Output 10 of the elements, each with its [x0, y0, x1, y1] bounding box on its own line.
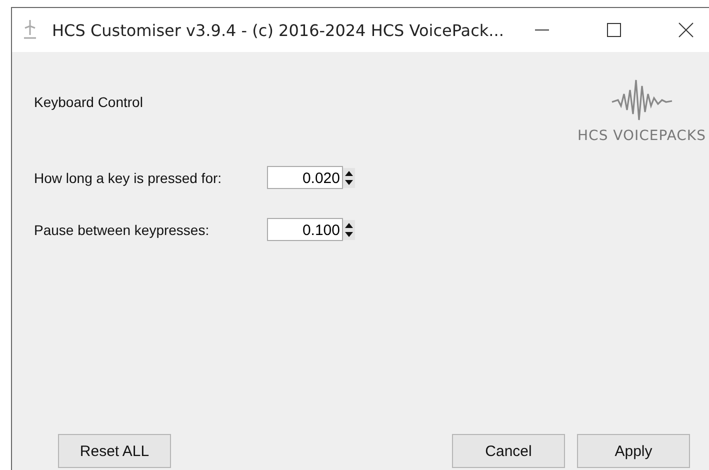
number-field[interactable]: 0.100: [267, 218, 343, 241]
field-label: How long a key is pressed for:: [34, 170, 223, 186]
apply-button[interactable]: Apply: [577, 434, 690, 468]
window-title: HCS Customiser v3.9.4 - (c) 2016-2024 HCS VoicePack...: [52, 20, 505, 40]
section-heading: Keyboard Control: [34, 94, 143, 112]
number-field[interactable]: 0.020: [267, 166, 343, 189]
logo-text: HCS VOICEPACKS: [578, 128, 706, 144]
field-label: Pause between keypresses:: [34, 222, 210, 238]
cancel-button[interactable]: Cancel: [452, 434, 565, 468]
reset-button[interactable]: Reset ALL: [58, 434, 171, 468]
